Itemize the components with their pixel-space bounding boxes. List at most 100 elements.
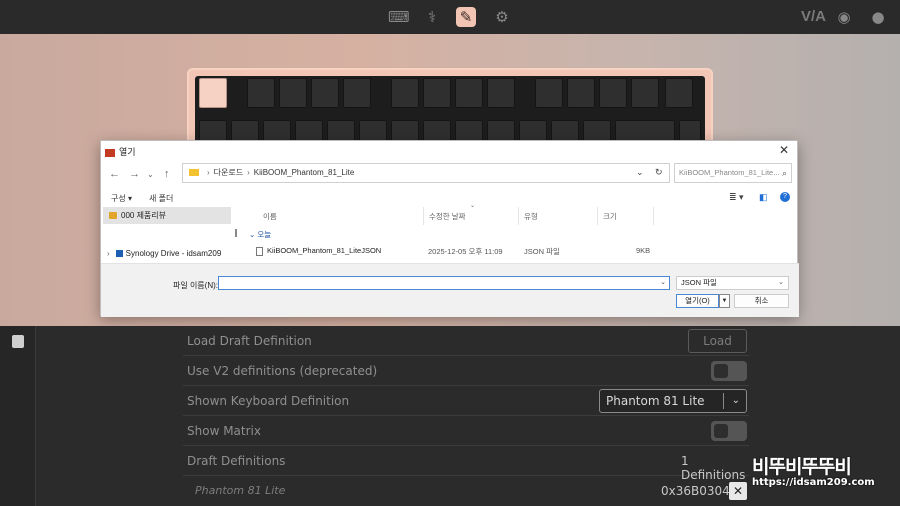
draft-definition-name: Phantom 81 Lite	[195, 484, 286, 497]
organize-button[interactable]: 구성 ▾	[111, 193, 132, 204]
group-header-today[interactable]: ⌄ 오늘	[249, 229, 271, 240]
search-placeholder: KiiBOOM_Phantom_81_Lite...	[679, 168, 780, 177]
brush-icon[interactable]: ✎	[456, 7, 476, 27]
recent-chevron-icon[interactable]: ⌄	[147, 170, 154, 179]
column-header-name[interactable]: 이름	[263, 211, 277, 222]
cancel-button[interactable]: 취소	[734, 294, 789, 308]
nav-item-product-review[interactable]: 000 제품리뷰	[103, 207, 231, 224]
column-header-size[interactable]: 크기	[603, 211, 617, 222]
select-value: Phantom 81 Lite	[606, 394, 705, 408]
preview-pane-icon[interactable]: ◧	[759, 192, 768, 203]
filetype-value: JSON 파일	[681, 278, 717, 287]
address-chevron: ›	[247, 168, 250, 177]
folder-icon	[189, 169, 199, 177]
keyboard-icon[interactable]: ⌨	[388, 7, 410, 27]
column-divider[interactable]	[597, 207, 598, 225]
nav-item-synology-drive[interactable]: › Synology Drive - idsam209	[107, 249, 221, 258]
filename-label: 파일 이름(N):	[173, 281, 218, 290]
filename-input[interactable]: ⌄	[218, 276, 670, 290]
select-divider	[723, 393, 724, 409]
keycap[interactable]	[487, 78, 515, 108]
keycap[interactable]	[535, 78, 563, 108]
file-open-dialog: 열기 ✕ ← → ⌄ ↑ › 다운로드 › KiiBOOM_Phantom_81_Li…	[100, 140, 799, 317]
drive-icon	[115, 250, 123, 258]
column-header-type[interactable]: 유형	[524, 211, 538, 222]
keycap[interactable]	[311, 78, 339, 108]
app-icon	[105, 148, 115, 157]
setting-draft-definitions: Draft Definitions 1 Definitions	[183, 446, 749, 482]
stethoscope-icon[interactable]: ⚕	[422, 7, 442, 27]
document-icon[interactable]	[12, 335, 24, 348]
use-v2-toggle[interactable]	[711, 361, 747, 381]
discord-icon[interactable]: ◉	[834, 7, 854, 27]
setting-label: Load Draft Definition	[187, 334, 312, 348]
address-dropdown-icon[interactable]: ⌄	[636, 167, 644, 178]
filetype-select[interactable]: JSON 파일 ⌄	[676, 276, 789, 290]
forward-icon[interactable]: →	[129, 168, 140, 180]
keyboard-definition-select[interactable]: Phantom 81 Lite ⌄	[599, 389, 747, 413]
setting-label: Draft Definitions	[187, 454, 286, 468]
refresh-icon[interactable]: ↻	[655, 167, 663, 178]
up-icon[interactable]: ↑	[164, 168, 170, 180]
draft-definition-item: Phantom 81 Lite 0x36B03048 ✕	[183, 476, 749, 506]
chevron-down-icon[interactable]: ⌄	[660, 278, 666, 286]
open-button[interactable]: 열기(O)	[676, 294, 719, 308]
view-options-icon[interactable]: ≣ ▾	[729, 192, 744, 203]
column-divider[interactable]	[653, 207, 654, 225]
open-options-button[interactable]: ▼	[719, 294, 730, 308]
load-button[interactable]: Load	[688, 329, 747, 353]
setting-use-v2: Use V2 definitions (deprecated)	[183, 356, 749, 386]
file-icon	[256, 246, 263, 256]
keycap[interactable]	[665, 78, 693, 108]
pane-splitter[interactable]	[235, 229, 237, 237]
address-segment-folder[interactable]: KiiBOOM_Phantom_81_Lite	[254, 168, 355, 177]
chevron-right-icon[interactable]: ›	[107, 249, 110, 258]
new-folder-button[interactable]: 새 폴더	[149, 193, 173, 204]
watermark-url: https://idsam209.com	[752, 477, 875, 488]
column-divider[interactable]	[423, 207, 424, 225]
keycap[interactable]	[199, 78, 227, 108]
column-divider[interactable]	[518, 207, 519, 225]
keycap[interactable]	[343, 78, 371, 108]
close-icon[interactable]: ✕	[779, 143, 789, 157]
back-icon[interactable]: ←	[109, 168, 120, 180]
group-label: 오늘	[257, 230, 272, 239]
file-name: KiiBOOM_Phantom_81_LiteJSON	[267, 246, 382, 255]
address-bar[interactable]: › 다운로드 › KiiBOOM_Phantom_81_Lite	[182, 163, 670, 183]
chevron-down-icon: ⌄	[731, 395, 740, 406]
file-type: JSON 파일	[524, 247, 560, 256]
navigation-pane: 000 제품리뷰 › Synology Drive - idsam209	[101, 207, 235, 263]
show-matrix-toggle[interactable]	[711, 421, 747, 441]
remove-definition-button[interactable]: ✕	[729, 482, 747, 500]
keycap[interactable]	[599, 78, 627, 108]
watermark-title: 비뚜비뚜뚜비	[752, 456, 852, 478]
search-icon: ⌕	[781, 168, 787, 178]
file-row[interactable]: KiiBOOM_Phantom_81_LiteJSON	[256, 246, 381, 256]
keycap[interactable]	[567, 78, 595, 108]
gear-icon[interactable]: ⚙	[492, 7, 512, 27]
setting-label: Show Matrix	[187, 424, 261, 438]
column-header-modified[interactable]: 수정한 날짜	[429, 211, 466, 222]
github-icon[interactable]: ●	[868, 7, 888, 27]
dialog-title-text: 열기	[119, 147, 136, 157]
file-modified: 2025-12-05 오후 11:09	[428, 247, 503, 256]
search-input[interactable]: KiiBOOM_Phantom_81_Lite... ⌕	[674, 163, 792, 183]
keycap[interactable]	[391, 78, 419, 108]
setting-shown-keyboard: Shown Keyboard Definition Phantom 81 Lit…	[183, 386, 749, 416]
chevron-down-icon: ⌄	[778, 279, 784, 286]
draft-definition-id: 0x36B03048	[661, 484, 738, 498]
keycap[interactable]	[247, 78, 275, 108]
keycap[interactable]	[279, 78, 307, 108]
nav-item-label: 000 제품리뷰	[121, 211, 167, 220]
keycap[interactable]	[631, 78, 659, 108]
dialog-title: 열기	[105, 145, 136, 158]
command-bar: 구성 ▾ 새 폴더	[101, 189, 799, 207]
via-logo[interactable]: V/A	[801, 8, 826, 25]
keycap[interactable]	[423, 78, 451, 108]
setting-label: Shown Keyboard Definition	[187, 394, 350, 408]
sort-chevron-icon: ⌄	[470, 203, 476, 209]
help-icon[interactable]: ?	[780, 192, 790, 202]
keycap[interactable]	[455, 78, 483, 108]
address-segment-downloads[interactable]: 다운로드	[214, 168, 243, 177]
setting-load-draft: Load Draft Definition Load	[183, 326, 749, 356]
